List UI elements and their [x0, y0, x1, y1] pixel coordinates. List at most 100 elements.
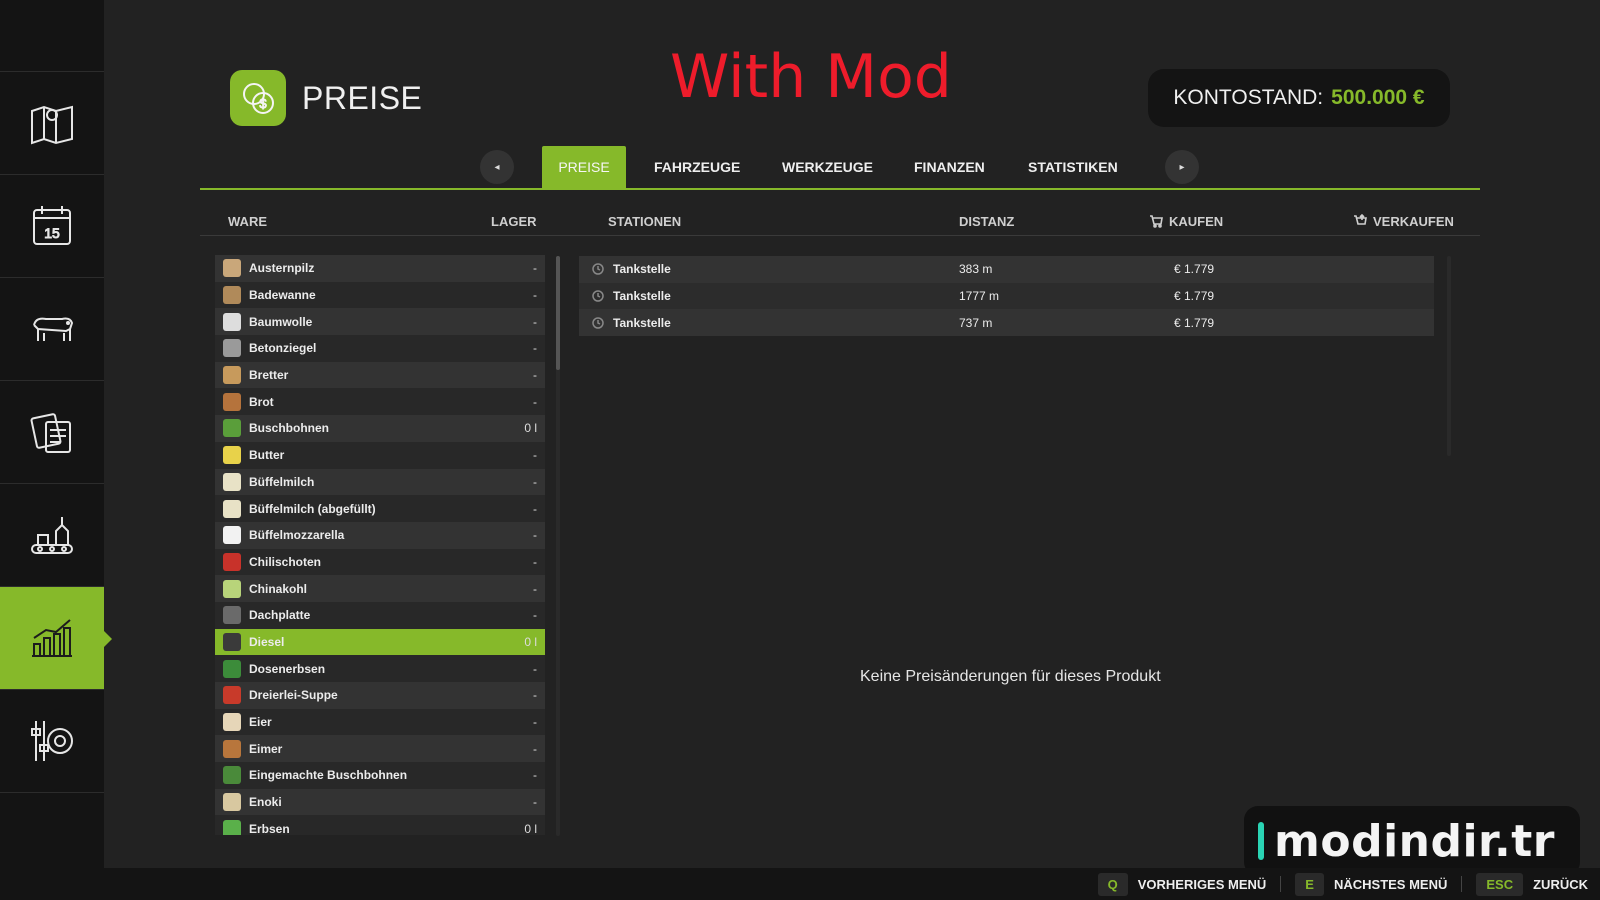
product-stock: -: [533, 341, 537, 356]
sidebar-item-statistics[interactable]: [0, 587, 112, 690]
product-row[interactable]: Badewanne -: [215, 281, 545, 309]
product-icon: [223, 366, 241, 385]
product-row[interactable]: Baumwolle -: [215, 308, 545, 336]
scrollbar-thumb[interactable]: [556, 256, 560, 370]
tab-next-button[interactable]: ▸: [1165, 150, 1199, 184]
col-verkaufen: VERKAUFEN: [1353, 213, 1454, 229]
svg-text:15: 15: [44, 225, 60, 241]
station-row[interactable]: Tankstelle 383 m € 1.779: [579, 256, 1434, 283]
product-row[interactable]: Diesel 0 l: [215, 628, 545, 656]
col-kaufen-label: KAUFEN: [1169, 214, 1224, 229]
footer-back[interactable]: ESC ZURÜCK: [1476, 872, 1588, 896]
refresh-icon: [592, 263, 604, 276]
product-row[interactable]: Chilischoten -: [215, 548, 545, 576]
product-name: Dachplatte: [249, 608, 311, 623]
product-stock: -: [533, 314, 537, 329]
product-row[interactable]: Dreierlei-Suppe -: [215, 682, 545, 709]
product-row[interactable]: Büffelmilch (abgefüllt) -: [215, 495, 545, 522]
product-icon: [223, 526, 241, 545]
tab-statistiken[interactable]: STATISTIKEN: [1012, 146, 1134, 188]
product-row[interactable]: Butter -: [215, 441, 545, 469]
product-icon: [223, 392, 241, 411]
station-name: Tankstelle: [613, 262, 671, 277]
product-stock: 0 l: [524, 421, 537, 436]
product-name: Büffelmilch (abgefüllt): [249, 501, 376, 516]
col-distanz: DISTANZ: [959, 214, 1015, 229]
station-row[interactable]: Tankstelle 1777 m € 1.779: [579, 282, 1434, 310]
key-e: E: [1295, 872, 1324, 896]
product-icon: [223, 766, 241, 785]
product-row[interactable]: Enoki -: [215, 788, 545, 816]
money-coins-icon: $: [243, 83, 274, 114]
station-list-scrollbar[interactable]: [1447, 256, 1451, 456]
product-icon: [223, 286, 241, 305]
watermark-logo: modindir.tr: [1244, 806, 1580, 876]
product-name: Eier: [249, 715, 272, 730]
product-row[interactable]: Betonziegel -: [215, 335, 545, 362]
station-distance: 383 m: [959, 262, 993, 277]
product-row[interactable]: Eimer -: [215, 735, 545, 763]
product-row[interactable]: Austernpilz -: [215, 255, 545, 282]
station-distance: 1777 m: [959, 289, 1000, 304]
sidebar-item-production[interactable]: [0, 484, 104, 587]
footer-next-label: NÄCHSTES MENÜ: [1333, 876, 1448, 892]
sidebar-item-animals[interactable]: [0, 278, 104, 381]
product-icon: [223, 446, 241, 465]
product-row[interactable]: Büffelmozzarella -: [215, 521, 545, 549]
sidebar-item-contracts[interactable]: [0, 381, 104, 484]
product-name: Dosenerbsen: [249, 661, 326, 676]
tab-werkzeuge[interactable]: WERKZEUGE: [766, 146, 889, 188]
tab-finanzen[interactable]: FINANZEN: [898, 146, 1001, 188]
account-balance: KONTOSTAND: 500.000 €: [1148, 69, 1450, 127]
key-q: Q: [1097, 872, 1128, 896]
station-list: Tankstelle 383 m € 1.779 Tankstelle 1777 m € …: [579, 256, 1434, 337]
sell-cart-icon: [1354, 213, 1367, 225]
product-icon: [223, 632, 241, 651]
product-name: Diesel: [249, 634, 285, 649]
product-stock: -: [533, 715, 537, 730]
sidebar: 15: [0, 0, 112, 868]
product-icon: [223, 739, 241, 758]
product-name: Baumwolle: [249, 314, 313, 329]
product-row[interactable]: Erbsen 0 l: [215, 815, 545, 835]
cow-icon: [33, 317, 74, 341]
product-row[interactable]: Dosenerbsen -: [215, 655, 545, 682]
product-row[interactable]: Dachplatte -: [215, 601, 545, 629]
svg-text:$: $: [259, 96, 267, 111]
product-icon: [223, 659, 241, 678]
product-icon: [223, 606, 241, 625]
product-row[interactable]: Brot -: [215, 388, 545, 416]
product-row[interactable]: Büffelmilch -: [215, 468, 545, 496]
footer-next-menu[interactable]: E NÄCHSTES MENÜ: [1295, 872, 1448, 896]
station-distance: 737 m: [959, 315, 993, 330]
footer-prev-menu[interactable]: Q VORHERIGES MENÜ: [1097, 872, 1266, 896]
col-lager: LAGER: [491, 214, 537, 229]
sidebar-item-calendar[interactable]: 15: [0, 175, 104, 278]
product-stock: -: [533, 528, 537, 543]
overlay-caption: With Mod: [670, 42, 952, 112]
product-row[interactable]: Bretter -: [215, 361, 545, 389]
product-stock: -: [533, 261, 537, 276]
tab-prev-button[interactable]: ◂: [480, 150, 514, 184]
stats-chart-icon: [32, 619, 72, 657]
tab-fahrzeuge[interactable]: FAHRZEUGE: [638, 146, 756, 188]
sidebar-top: [0, 0, 104, 72]
product-name: Eingemachte Buschbohnen: [249, 768, 408, 783]
product-row[interactable]: Chinakohl -: [215, 575, 545, 602]
sidebar-item-settings[interactable]: [0, 690, 104, 793]
tab-preise[interactable]: PREISE: [542, 146, 626, 188]
product-row[interactable]: Eingemachte Buschbohnen -: [215, 762, 545, 789]
product-row[interactable]: Eier -: [215, 708, 545, 736]
product-icon: [223, 419, 241, 438]
product-name: Büffelmozzarella: [249, 528, 345, 543]
sidebar-item-map[interactable]: [0, 72, 104, 175]
contracts-icon: [30, 413, 71, 453]
product-icon: [223, 579, 241, 598]
col-stationen: STATIONEN: [608, 214, 682, 229]
product-stock: -: [533, 394, 537, 409]
product-row[interactable]: Buschbohnen 0 l: [215, 415, 545, 442]
product-list-scrollbar[interactable]: [556, 256, 560, 836]
station-row[interactable]: Tankstelle 737 m € 1.779: [579, 309, 1434, 337]
product-stock: -: [533, 368, 537, 383]
product-icon: [223, 552, 241, 571]
